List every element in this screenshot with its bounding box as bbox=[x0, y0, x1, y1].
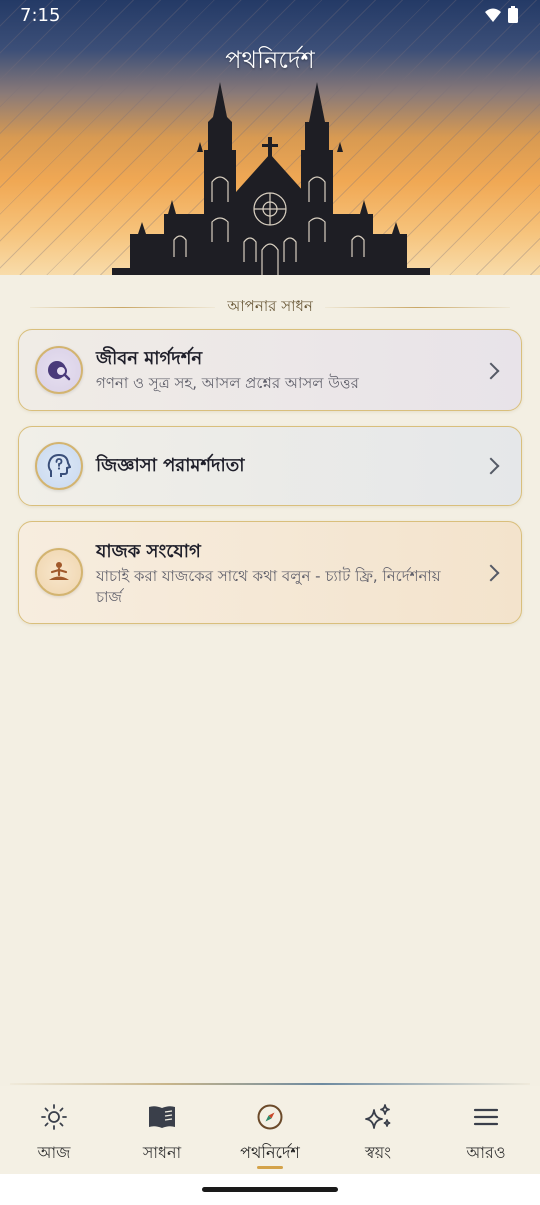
home-indicator[interactable] bbox=[202, 1187, 338, 1192]
section-header: আপনার সাধন bbox=[30, 296, 510, 318]
nav-label: আরও bbox=[466, 1143, 506, 1162]
card-text: যাজক সংযোগ যাচাই করা যাজকের সাথে কথা বলু… bbox=[96, 540, 471, 608]
status-icons bbox=[484, 6, 518, 23]
menu-icon bbox=[471, 1102, 501, 1132]
nav-item-more[interactable]: আরও bbox=[432, 1086, 540, 1174]
sun-icon bbox=[39, 1102, 69, 1132]
nav-item-guidance[interactable]: পথনির্দেশ bbox=[216, 1086, 324, 1174]
card-priest-connect[interactable]: যাজক সংযোগ যাচাই করা যাজকের সাথে কথা বলু… bbox=[18, 521, 522, 624]
card-question-advisor[interactable]: জিজ্ঞাসা পরামর্শদাতা bbox=[18, 426, 522, 506]
nav-item-today[interactable]: আজ bbox=[0, 1086, 108, 1174]
nav-item-practice[interactable]: সাধনা bbox=[108, 1086, 216, 1174]
cathedral-illustration bbox=[112, 82, 430, 275]
nav-label: পথনির্দেশ bbox=[240, 1143, 300, 1162]
system-gesture-area bbox=[0, 1174, 540, 1205]
nav-label: সাধনা bbox=[142, 1143, 182, 1162]
divider-line bbox=[324, 306, 510, 308]
wifi-icon bbox=[485, 8, 501, 22]
card-text: জীবন মার্গদর্শন গণনা ও সূত্র সহ, আসল প্র… bbox=[96, 347, 471, 394]
nav-divider bbox=[10, 1083, 530, 1085]
page-title: পথনির্দেশ bbox=[225, 46, 315, 74]
card-title: যাজক সংযোগ bbox=[96, 541, 201, 562]
header-hero: 7:15 পথনির্দেশ bbox=[0, 0, 540, 275]
card-title: জিজ্ঞাসা পরামর্শদাতা bbox=[96, 455, 245, 476]
bottom-navigation: আজ সাধনা পথনির্দেশ স্বয়ং আরও bbox=[0, 1086, 540, 1174]
card-text: জিজ্ঞাসা পরামর্শদাতা bbox=[96, 454, 471, 478]
chevron-right-icon bbox=[482, 362, 500, 380]
section-label: আপনার সাধন bbox=[227, 296, 313, 315]
meditation-icon bbox=[35, 548, 83, 596]
head-question-icon bbox=[35, 442, 83, 490]
card-life-guidance[interactable]: জীবন মার্গদর্শন গণনা ও সূত্র সহ, আসল প্র… bbox=[18, 329, 522, 411]
chevron-right-icon bbox=[482, 564, 500, 582]
active-indicator bbox=[257, 1166, 283, 1169]
nav-label: আজ bbox=[37, 1143, 71, 1162]
card-subtitle: যাচাই করা যাজকের সাথে কথা বলুন - চ্যাট ফ… bbox=[96, 567, 441, 606]
card-title: জীবন মার্গদর্শন bbox=[96, 348, 203, 369]
compass-icon bbox=[255, 1102, 285, 1132]
divider-line bbox=[30, 306, 216, 308]
status-bar: 7:15 bbox=[0, 0, 540, 34]
globe-search-icon bbox=[35, 346, 83, 394]
book-icon bbox=[147, 1102, 177, 1132]
status-time: 7:15 bbox=[20, 5, 61, 26]
chevron-right-icon bbox=[482, 457, 500, 475]
nav-label: স্বয়ং bbox=[364, 1143, 392, 1162]
sparkles-icon bbox=[363, 1102, 393, 1132]
nav-item-self[interactable]: স্বয়ং bbox=[324, 1086, 432, 1174]
battery-icon bbox=[508, 6, 518, 23]
card-subtitle: গণনা ও সূত্র সহ, আসল প্রশ্নের আসল উত্তর bbox=[96, 374, 359, 392]
